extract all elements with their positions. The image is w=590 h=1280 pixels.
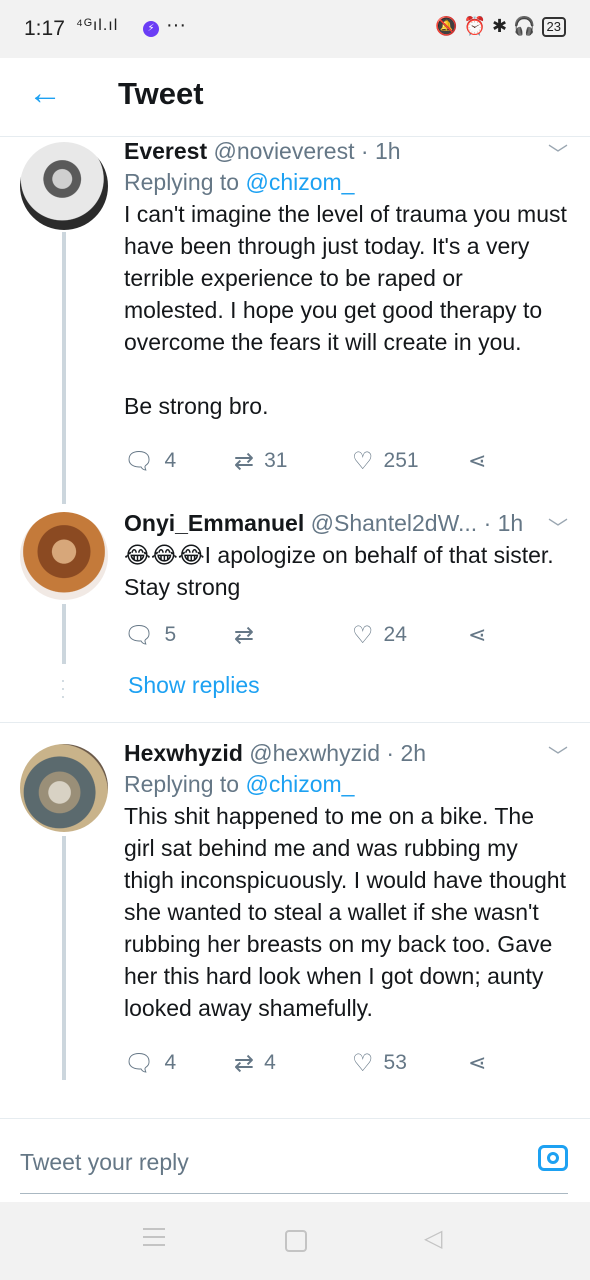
reply-count: 4 xyxy=(164,449,177,472)
like-count: 24 xyxy=(383,623,407,646)
heart-icon: ♡ xyxy=(352,1049,374,1077)
status-icons: 🔕 ⏰ ✱ 🎧 23 xyxy=(435,16,566,37)
tweet-actions: 🗨 4 ⇄ 4 ♡ 53 ⋖ xyxy=(124,1048,530,1078)
heart-icon: ♡ xyxy=(352,621,374,649)
like-count: 53 xyxy=(383,1051,407,1074)
tweet-text: This shit happened to me on a bike. The … xyxy=(124,803,573,1021)
retweet-icon: ⇄ xyxy=(234,621,255,649)
nav-back-icon[interactable]: ◁ xyxy=(424,1224,442,1253)
reply-button[interactable]: 🗨 5 xyxy=(124,621,234,650)
tweet-item[interactable]: ﹀ Hexwhyzid @hexwhyzid · 2h Replying to … xyxy=(0,740,590,1110)
retweet-button[interactable]: ⇄ 4 xyxy=(234,1049,352,1078)
tweet-meta: Hexwhyzid @hexwhyzid · 2h xyxy=(124,740,568,767)
avatar[interactable] xyxy=(20,512,108,600)
share-button[interactable]: ⋖ xyxy=(468,622,486,648)
author-name[interactable]: Hexwhyzid xyxy=(124,740,243,766)
replying-to: Replying to @chizom_ xyxy=(124,169,568,196)
battery-icon: 23 xyxy=(541,16,566,37)
avatar[interactable] xyxy=(20,744,108,832)
separator: · xyxy=(386,740,395,766)
reply-input-underline xyxy=(20,1193,568,1194)
reply-icon: 🗨 xyxy=(124,447,155,475)
mention-link[interactable]: @chizom_ xyxy=(245,771,354,797)
status-time: 1:17 xyxy=(24,17,65,40)
reply-icon: 🗨 xyxy=(124,1049,155,1077)
more-replies-dots: · · · xyxy=(60,670,66,706)
reply-button[interactable]: 🗨 4 xyxy=(124,1049,234,1078)
author-name[interactable]: Everest xyxy=(124,138,207,164)
tweet-meta: Onyi_Emmanuel @Shantel2dW... · 1h xyxy=(124,510,568,537)
status-bar: 1:17 ⁴ᴳıl.ıl ⚡ ··· 🔕 ⏰ ✱ 🎧 23 xyxy=(0,0,590,58)
retweet-button[interactable]: ⇄ xyxy=(234,621,352,650)
author-name[interactable]: Onyi_Emmanuel xyxy=(124,510,304,536)
retweet-icon: ⇄ xyxy=(234,1049,255,1077)
divider xyxy=(0,722,590,723)
app-header: ← Tweet xyxy=(0,58,590,137)
replying-prefix: Replying to xyxy=(124,169,240,195)
more-notifications-icon: ··· xyxy=(166,14,186,36)
reply-button[interactable]: 🗨 4 xyxy=(124,447,234,476)
tweet-item[interactable]: ﹀ Onyi_Emmanuel @Shantel2dW... · 1h 😂😂😂I… xyxy=(0,508,590,718)
author-handle[interactable]: @novieverest xyxy=(214,138,355,164)
reply-count: 4 xyxy=(164,1051,177,1074)
share-icon: ⋖ xyxy=(468,1050,487,1075)
share-button[interactable]: ⋖ xyxy=(468,1050,486,1076)
separator: · xyxy=(483,510,492,536)
show-replies-link[interactable]: Show replies xyxy=(128,672,260,699)
tweet-actions: 🗨 4 ⇄ 31 ♡ 251 ⋖ xyxy=(124,446,530,476)
author-handle[interactable]: @hexwhyzid xyxy=(249,740,380,766)
bluetooth-icon: ✱ xyxy=(492,16,508,36)
tweet-text: I can't imagine the level of trauma you … xyxy=(124,201,567,419)
avatar[interactable] xyxy=(20,142,108,230)
retweet-button[interactable]: ⇄ 31 xyxy=(234,447,352,476)
reply-icon: 🗨 xyxy=(124,621,155,649)
recents-menu-icon[interactable] xyxy=(143,1228,165,1246)
share-icon: ⋖ xyxy=(468,448,487,473)
like-button[interactable]: ♡ 53 xyxy=(352,1049,468,1078)
reply-bar: Tweet your reply xyxy=(0,1118,590,1203)
messenger-icon: ⚡ xyxy=(143,21,159,37)
back-arrow-icon[interactable]: ← xyxy=(28,76,62,110)
tweet-time: 1h xyxy=(374,138,401,164)
like-count: 251 xyxy=(383,449,419,472)
tweet-time: 1h xyxy=(497,510,524,536)
replying-to: Replying to @chizom_ xyxy=(124,771,568,798)
home-icon[interactable] xyxy=(285,1230,307,1252)
share-icon: ⋖ xyxy=(468,622,487,647)
author-handle[interactable]: @Shantel2dW... xyxy=(311,510,478,536)
retweet-icon: ⇄ xyxy=(234,447,255,475)
reply-count: 5 xyxy=(164,623,177,646)
tweet-text: 😂😂😂I apologize on behalf of that sister.… xyxy=(124,542,567,600)
tweet-time: 2h xyxy=(400,740,427,766)
alarm-icon: ⏰ xyxy=(463,16,487,36)
like-button[interactable]: ♡ 251 xyxy=(352,447,468,476)
thread-line xyxy=(62,604,66,664)
mention-link[interactable]: @chizom_ xyxy=(245,169,354,195)
retweet-count: 4 xyxy=(264,1051,276,1074)
camera-icon[interactable] xyxy=(538,1145,568,1171)
tweet-actions: 🗨 5 ⇄ ♡ 24 ⋖ xyxy=(124,620,530,650)
retweet-count: 31 xyxy=(264,449,288,472)
tweet-item[interactable]: ﹀ Everest @novieverest · 1h Replying to … xyxy=(0,138,590,488)
page-title: Tweet xyxy=(118,76,204,111)
heart-icon: ♡ xyxy=(352,447,374,475)
tweet-meta: Everest @novieverest · 1h xyxy=(124,138,568,165)
system-nav-bar: ◁ xyxy=(0,1202,590,1280)
signal-icon: ⁴ᴳıl.ıl xyxy=(76,17,119,34)
like-button[interactable]: ♡ 24 xyxy=(352,621,468,650)
mute-icon: 🔕 xyxy=(435,16,458,36)
replying-prefix: Replying to xyxy=(124,771,240,797)
headphones-icon: 🎧 xyxy=(513,16,536,36)
share-button[interactable]: ⋖ xyxy=(468,448,486,474)
separator: · xyxy=(360,138,369,164)
reply-input[interactable]: Tweet your reply xyxy=(20,1149,189,1176)
